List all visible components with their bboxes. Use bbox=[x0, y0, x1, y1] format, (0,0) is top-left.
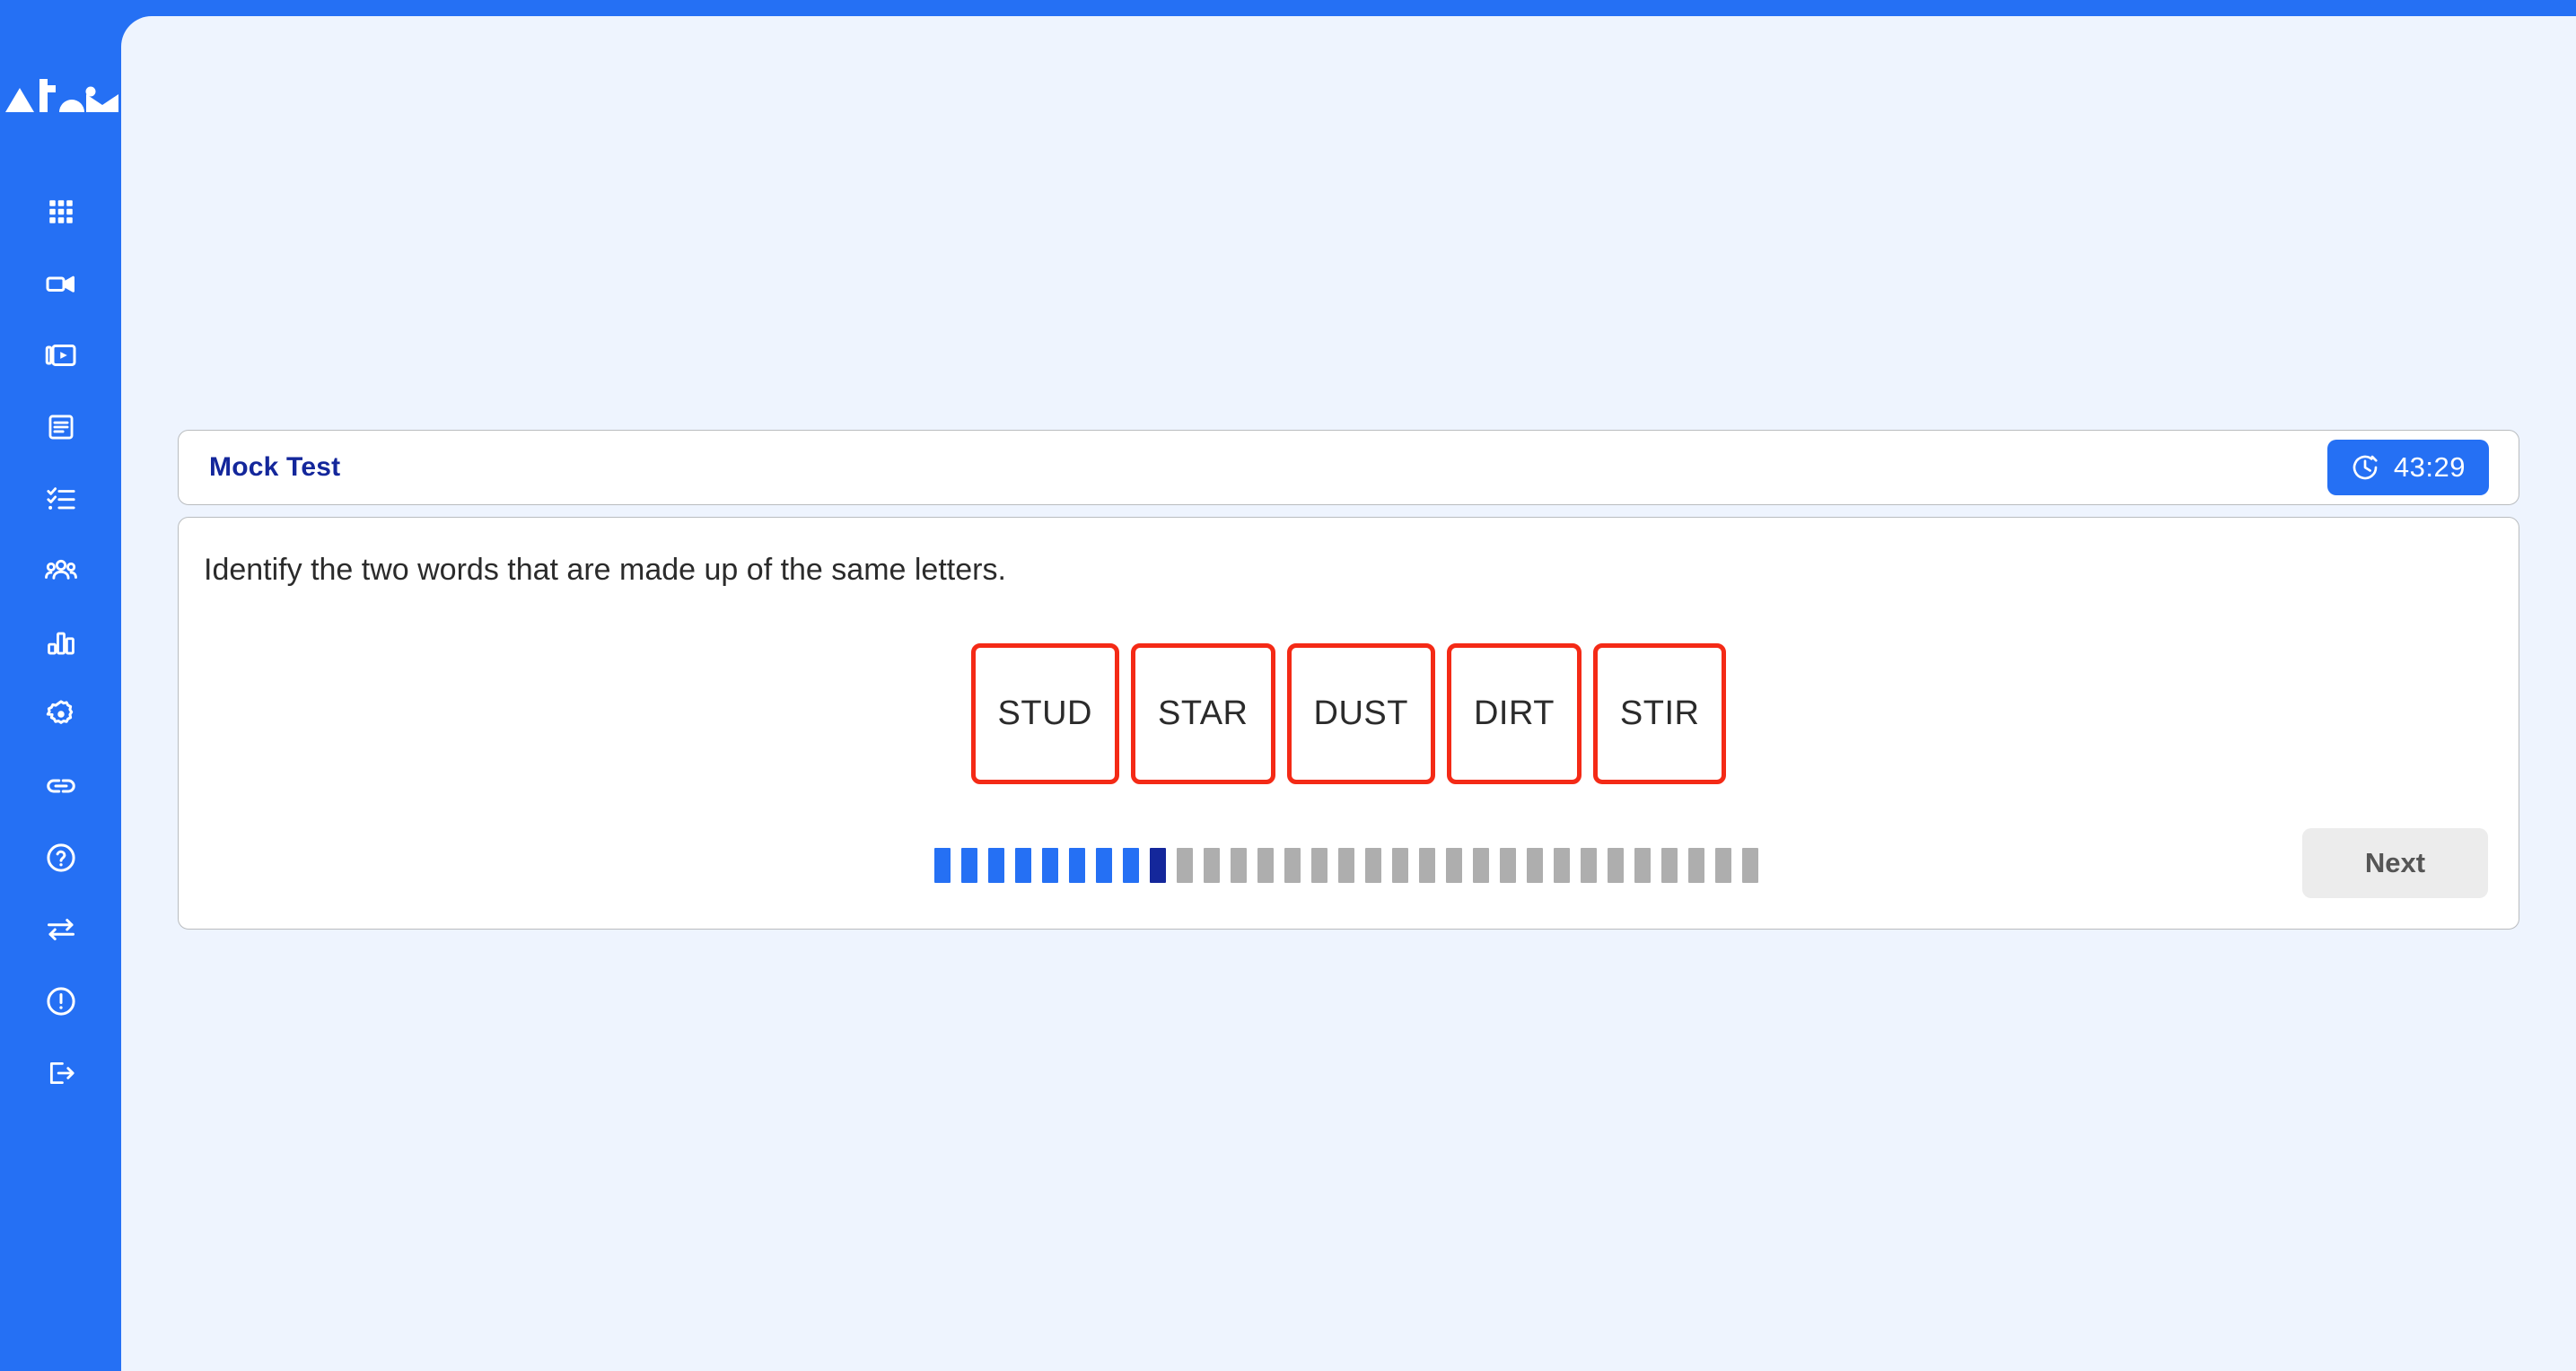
sidebar-item-logout[interactable] bbox=[0, 1037, 121, 1109]
question-prompt: Identify the two words that are made up … bbox=[204, 553, 1006, 587]
answer-options: STUD STAR DUST DIRT STIR bbox=[179, 643, 2519, 784]
progress-segment[interactable] bbox=[1660, 848, 1678, 883]
sidebar-item-study-material[interactable] bbox=[0, 391, 121, 463]
question-progress-bar[interactable] bbox=[204, 848, 2488, 883]
transfer-arrows-icon bbox=[45, 913, 77, 946]
sidebar-item-alerts[interactable] bbox=[0, 965, 121, 1037]
progress-segment[interactable] bbox=[1310, 848, 1327, 883]
help-circle-icon bbox=[45, 842, 77, 874]
progress-segment[interactable] bbox=[1257, 848, 1274, 883]
next-button[interactable]: Next bbox=[2302, 828, 2488, 898]
users-group-icon bbox=[44, 555, 77, 587]
progress-segment[interactable] bbox=[1714, 848, 1731, 883]
sidebar-item-settings[interactable] bbox=[0, 678, 121, 750]
sidebar-item-recordings[interactable] bbox=[0, 319, 121, 391]
progress-segment[interactable] bbox=[1230, 848, 1247, 883]
test-container: Mock Test 43:29 Identify the two words t… bbox=[178, 430, 2519, 930]
progress-segment[interactable] bbox=[1445, 848, 1462, 883]
progress-segment[interactable] bbox=[1687, 848, 1704, 883]
progress-segment[interactable] bbox=[1580, 848, 1597, 883]
progress-segment[interactable] bbox=[1041, 848, 1058, 883]
sidebar bbox=[0, 0, 121, 1371]
progress-segment[interactable] bbox=[1526, 848, 1543, 883]
progress-segment[interactable] bbox=[960, 848, 977, 883]
logout-icon bbox=[46, 1058, 76, 1088]
grid-apps-icon bbox=[46, 196, 76, 227]
answer-option[interactable]: STIR bbox=[1592, 643, 1727, 784]
answer-option[interactable]: STUD bbox=[970, 643, 1119, 784]
app-window: Mock Test 43:29 Identify the two words t… bbox=[0, 0, 2576, 1371]
stopwatch-icon bbox=[2351, 453, 2379, 482]
answer-option[interactable]: STAR bbox=[1130, 643, 1275, 784]
sidebar-item-help[interactable] bbox=[0, 822, 121, 894]
link-icon bbox=[45, 770, 77, 802]
progress-segment[interactable] bbox=[987, 848, 1004, 883]
progress-segment[interactable] bbox=[1149, 848, 1166, 883]
timer-badge[interactable]: 43:29 bbox=[2326, 440, 2489, 495]
sidebar-nav bbox=[0, 176, 121, 1109]
gear-icon bbox=[45, 698, 77, 730]
sidebar-item-transfer[interactable] bbox=[0, 894, 121, 965]
progress-segment[interactable] bbox=[1391, 848, 1408, 883]
atom-wordmark-logo[interactable] bbox=[4, 70, 118, 124]
timer-value: 43:29 bbox=[2393, 451, 2466, 483]
progress-segment[interactable] bbox=[1284, 848, 1301, 883]
answer-option[interactable]: DIRT bbox=[1446, 643, 1582, 784]
test-header-card: Mock Test 43:29 bbox=[178, 430, 2519, 505]
alert-circle-icon bbox=[45, 985, 77, 1017]
progress-segment[interactable] bbox=[1122, 848, 1139, 883]
progress-segment[interactable] bbox=[1068, 848, 1085, 883]
progress-segment[interactable] bbox=[1364, 848, 1381, 883]
question-card: Identify the two words that are made up … bbox=[178, 517, 2519, 930]
sidebar-item-live-class[interactable] bbox=[0, 248, 121, 319]
sidebar-item-students[interactable] bbox=[0, 535, 121, 607]
sidebar-item-reports[interactable] bbox=[0, 607, 121, 678]
sidebar-item-tests[interactable] bbox=[0, 463, 121, 535]
checklist-icon bbox=[46, 484, 76, 514]
progress-segment[interactable] bbox=[1337, 848, 1354, 883]
progress-segment[interactable] bbox=[1553, 848, 1570, 883]
answer-option[interactable]: DUST bbox=[1286, 643, 1435, 784]
progress-segment[interactable] bbox=[1634, 848, 1651, 883]
progress-segment[interactable] bbox=[1014, 848, 1031, 883]
progress-segment[interactable] bbox=[1741, 848, 1758, 883]
progress-segment[interactable] bbox=[1499, 848, 1516, 883]
progress-segment[interactable] bbox=[1472, 848, 1489, 883]
progress-segment[interactable] bbox=[933, 848, 951, 883]
progress-segment[interactable] bbox=[1418, 848, 1435, 883]
bar-chart-icon bbox=[46, 627, 76, 658]
progress-segment[interactable] bbox=[1176, 848, 1193, 883]
sidebar-item-dashboard[interactable] bbox=[0, 176, 121, 248]
page-title: Mock Test bbox=[209, 452, 341, 482]
sidebar-item-links[interactable] bbox=[0, 750, 121, 822]
video-library-icon bbox=[45, 339, 77, 371]
progress-segment[interactable] bbox=[1607, 848, 1624, 883]
document-icon bbox=[46, 412, 76, 442]
question-footer: Next bbox=[204, 823, 2488, 904]
video-camera-icon bbox=[45, 267, 77, 300]
main-content-area: Mock Test 43:29 Identify the two words t… bbox=[121, 16, 2576, 1371]
progress-segment[interactable] bbox=[1203, 848, 1220, 883]
progress-segment[interactable] bbox=[1095, 848, 1112, 883]
